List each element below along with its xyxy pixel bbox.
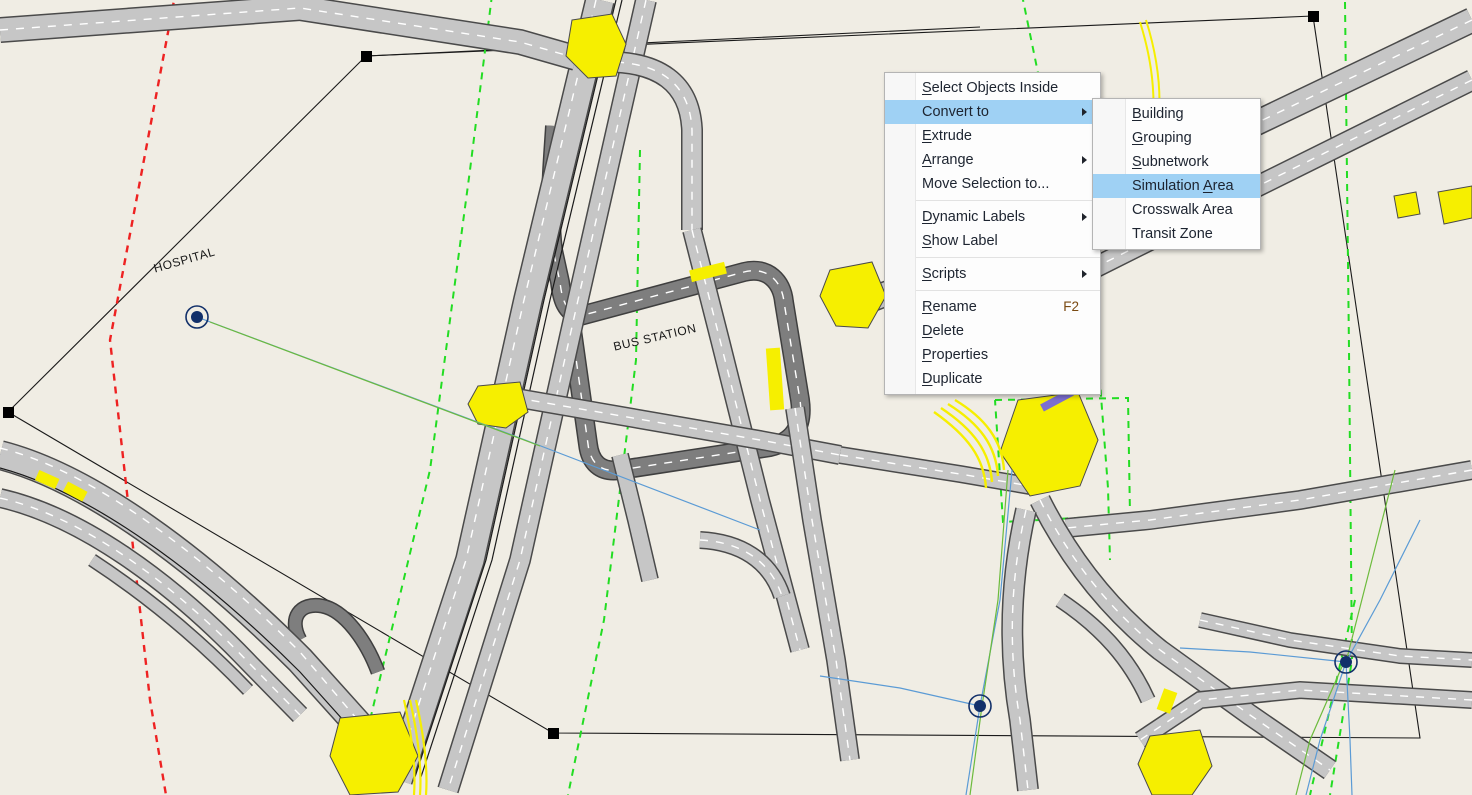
- menu-item-label: Properties: [922, 343, 988, 367]
- menu-item-label: Move Selection to...: [922, 172, 1049, 196]
- menu-item-convert-to[interactable]: Convert to: [885, 100, 1100, 124]
- menu-item-label: Extrude: [922, 124, 972, 148]
- menu-item-label: Arrange: [922, 148, 974, 172]
- menu-item-rename[interactable]: Rename F2: [885, 295, 1100, 319]
- submenu-item-simulation-area[interactable]: Simulation Area: [1093, 174, 1260, 198]
- object-context-menu[interactable]: Select Objects InsideConvert toExtrudeAr…: [884, 72, 1101, 395]
- submenu-item-grouping[interactable]: Grouping: [1093, 126, 1260, 150]
- menu-item-label: Building: [1132, 102, 1184, 126]
- convert-to-submenu[interactable]: BuildingGroupingSubnetworkSimulation Are…: [1092, 98, 1261, 250]
- menu-item-label: Scripts: [922, 262, 966, 286]
- menu-item-show-label[interactable]: Show Label: [885, 229, 1100, 253]
- menu-item-label: Transit Zone: [1132, 222, 1213, 246]
- menu-item-separator: [916, 200, 1100, 201]
- menu-item-duplicate[interactable]: Duplicate: [885, 367, 1100, 391]
- submenu-item-subnetwork[interactable]: Subnetwork: [1093, 150, 1260, 174]
- menu-item-dynamic-labels[interactable]: Dynamic Labels: [885, 205, 1100, 229]
- menu-item-label: Delete: [922, 319, 964, 343]
- menu-item-separator: [916, 290, 1100, 291]
- menu-item-properties[interactable]: Properties: [885, 343, 1100, 367]
- chevron-right-icon: [1082, 213, 1087, 221]
- submenu-item-building[interactable]: Building: [1093, 102, 1260, 126]
- submenu-item-transit-zone[interactable]: Transit Zone: [1093, 222, 1260, 246]
- menu-item-scripts[interactable]: Scripts: [885, 262, 1100, 286]
- menu-item-label: Dynamic Labels: [922, 205, 1025, 229]
- menu-item-extrude[interactable]: Extrude: [885, 124, 1100, 148]
- chevron-right-icon: [1082, 270, 1087, 278]
- menu-item-label: Grouping: [1132, 126, 1192, 150]
- menu-item-label: Show Label: [922, 229, 998, 253]
- menu-item-separator: [916, 257, 1100, 258]
- menu-item-arrange[interactable]: Arrange: [885, 148, 1100, 172]
- menu-item-label: Convert to: [922, 100, 989, 124]
- menu-item-label: Crosswalk Area: [1132, 198, 1233, 222]
- menu-item-move-selection-to[interactable]: Move Selection to...: [885, 172, 1100, 196]
- menu-item-select-objects-inside[interactable]: Select Objects Inside: [885, 76, 1100, 100]
- chevron-right-icon: [1082, 108, 1087, 116]
- menu-item-delete[interactable]: Delete: [885, 319, 1100, 343]
- menu-item-label: Duplicate: [922, 367, 982, 391]
- submenu-item-crosswalk-area[interactable]: Crosswalk Area: [1093, 198, 1260, 222]
- menu-item-label: Simulation Area: [1132, 174, 1234, 198]
- map-canvas[interactable]: .rd-out{fill:none;stroke:#4a4a4a;} .rd{f…: [0, 0, 1472, 795]
- menu-item-label: Rename: [922, 295, 977, 319]
- chevron-right-icon: [1082, 156, 1087, 164]
- menu-item-shortcut: F2: [1063, 295, 1079, 319]
- menu-item-label: Subnetwork: [1132, 150, 1209, 174]
- menu-item-label: Select Objects Inside: [922, 76, 1058, 100]
